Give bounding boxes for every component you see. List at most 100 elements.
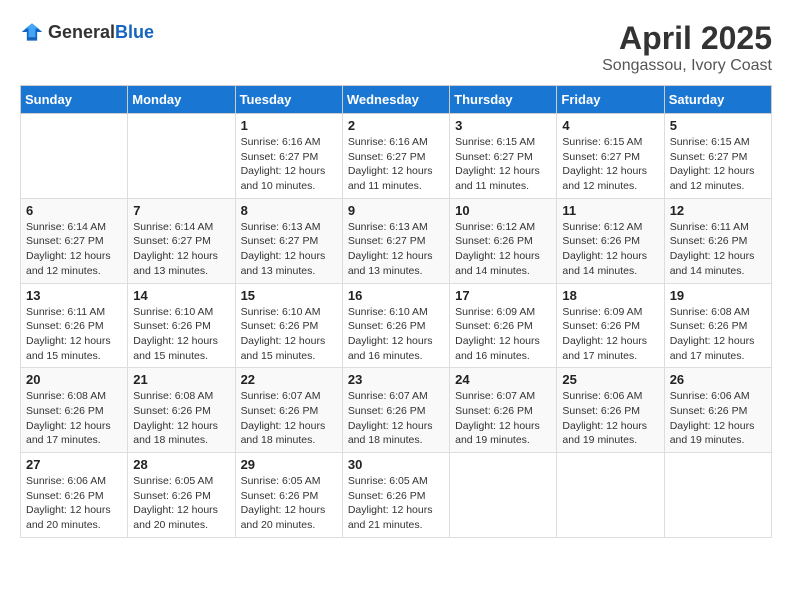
- day-number: 11: [562, 203, 658, 218]
- day-number: 15: [241, 288, 337, 303]
- day-number: 8: [241, 203, 337, 218]
- day-number: 16: [348, 288, 444, 303]
- calendar-cell: 16 Sunrise: 6:10 AM Sunset: 6:26 PM Dayli…: [342, 283, 449, 368]
- calendar-cell: 2 Sunrise: 6:16 AM Sunset: 6:27 PM Daylig…: [342, 114, 449, 199]
- day-info: Sunrise: 6:05 AM Sunset: 6:26 PM Dayligh…: [348, 474, 444, 533]
- day-info: Sunrise: 6:12 AM Sunset: 6:26 PM Dayligh…: [562, 220, 658, 279]
- calendar-cell: 29 Sunrise: 6:05 AM Sunset: 6:26 PM Dayli…: [235, 453, 342, 538]
- day-number: 14: [133, 288, 229, 303]
- day-info: Sunrise: 6:07 AM Sunset: 6:26 PM Dayligh…: [348, 389, 444, 448]
- day-header-tuesday: Tuesday: [235, 86, 342, 114]
- calendar-cell: 17 Sunrise: 6:09 AM Sunset: 6:26 PM Dayli…: [450, 283, 557, 368]
- subtitle: Songassou, Ivory Coast: [602, 57, 772, 75]
- calendar-cell: 6 Sunrise: 6:14 AM Sunset: 6:27 PM Daylig…: [21, 198, 128, 283]
- calendar-cell: 19 Sunrise: 6:08 AM Sunset: 6:26 PM Dayli…: [664, 283, 771, 368]
- day-info: Sunrise: 6:10 AM Sunset: 6:26 PM Dayligh…: [133, 305, 229, 364]
- day-number: 29: [241, 457, 337, 472]
- calendar-cell: 5 Sunrise: 6:15 AM Sunset: 6:27 PM Daylig…: [664, 114, 771, 199]
- calendar-cell: 28Sunrise: 6:05 AM Sunset: 6:26 PM Dayli…: [128, 453, 235, 538]
- calendar-week-2: 6 Sunrise: 6:14 AM Sunset: 6:27 PM Daylig…: [21, 198, 772, 283]
- day-info: Sunrise: 6:14 AM Sunset: 6:27 PM Dayligh…: [26, 220, 122, 279]
- day-header-friday: Friday: [557, 86, 664, 114]
- calendar-cell: 26 Sunrise: 6:06 AM Sunset: 6:26 PM Dayli…: [664, 368, 771, 453]
- day-info: Sunrise: 6:11 AM Sunset: 6:26 PM Dayligh…: [670, 220, 766, 279]
- calendar-table: SundayMondayTuesdayWednesdayThursdayFrid…: [20, 85, 772, 538]
- calendar-cell: [557, 453, 664, 538]
- day-number: 25: [562, 372, 658, 387]
- calendar-week-1: 1 Sunrise: 6:16 AM Sunset: 6:27 PM Daylig…: [21, 114, 772, 199]
- day-number: 18: [562, 288, 658, 303]
- day-number: 30: [348, 457, 444, 472]
- day-info: Sunrise: 6:06 AM Sunset: 6:26 PM Dayligh…: [670, 389, 766, 448]
- day-number: 5: [670, 118, 766, 133]
- day-number: 21: [133, 372, 229, 387]
- day-number: 26: [670, 372, 766, 387]
- day-info: Sunrise: 6:08 AM Sunset: 6:26 PM Dayligh…: [670, 305, 766, 364]
- calendar-week-5: 27 Sunrise: 6:06 AM Sunset: 6:26 PM Dayli…: [21, 453, 772, 538]
- calendar-cell: 13Sunrise: 6:11 AM Sunset: 6:26 PM Dayli…: [21, 283, 128, 368]
- day-number: 6: [26, 203, 122, 218]
- day-info: Sunrise: 6:15 AM Sunset: 6:27 PM Dayligh…: [562, 135, 658, 194]
- logo-text: GeneralBlue: [48, 22, 154, 43]
- calendar-cell: 27 Sunrise: 6:06 AM Sunset: 6:26 PM Dayli…: [21, 453, 128, 538]
- day-number: 22: [241, 372, 337, 387]
- day-info: Sunrise: 6:16 AM Sunset: 6:27 PM Dayligh…: [241, 135, 337, 194]
- calendar-cell: 21 Sunrise: 6:08 AM Sunset: 6:26 PM Dayli…: [128, 368, 235, 453]
- day-number: 3: [455, 118, 551, 133]
- title-area: April 2025 Songassou, Ivory Coast: [602, 20, 772, 75]
- day-header-saturday: Saturday: [664, 86, 771, 114]
- day-header-sunday: Sunday: [21, 86, 128, 114]
- day-info: Sunrise: 6:07 AM Sunset: 6:26 PM Dayligh…: [241, 389, 337, 448]
- day-info: Sunrise: 6:10 AM Sunset: 6:26 PM Dayligh…: [348, 305, 444, 364]
- calendar-cell: 12 Sunrise: 6:11 AM Sunset: 6:26 PM Dayli…: [664, 198, 771, 283]
- day-number: 23: [348, 372, 444, 387]
- day-number: 28: [133, 457, 229, 472]
- day-info: Sunrise: 6:13 AM Sunset: 6:27 PM Dayligh…: [241, 220, 337, 279]
- calendar-cell: 4 Sunrise: 6:15 AM Sunset: 6:27 PM Daylig…: [557, 114, 664, 199]
- day-info: Sunrise: 6:08 AM Sunset: 6:26 PM Dayligh…: [133, 389, 229, 448]
- calendar-cell: 11 Sunrise: 6:12 AM Sunset: 6:26 PM Dayli…: [557, 198, 664, 283]
- logo: GeneralBlue: [20, 20, 154, 44]
- day-info: Sunrise: 6:07 AM Sunset: 6:26 PM Dayligh…: [455, 389, 551, 448]
- calendar-cell: [450, 453, 557, 538]
- calendar-cell: 23 Sunrise: 6:07 AM Sunset: 6:26 PM Dayli…: [342, 368, 449, 453]
- day-number: 17: [455, 288, 551, 303]
- calendar-cell: [664, 453, 771, 538]
- calendar-cell: 30 Sunrise: 6:05 AM Sunset: 6:26 PM Dayli…: [342, 453, 449, 538]
- day-number: 12: [670, 203, 766, 218]
- day-info: Sunrise: 6:05 AM Sunset: 6:26 PM Dayligh…: [241, 474, 337, 533]
- day-info: Sunrise: 6:08 AM Sunset: 6:26 PM Dayligh…: [26, 389, 122, 448]
- day-info: Sunrise: 6:09 AM Sunset: 6:26 PM Dayligh…: [562, 305, 658, 364]
- day-header-monday: Monday: [128, 86, 235, 114]
- day-info: Sunrise: 6:13 AM Sunset: 6:27 PM Dayligh…: [348, 220, 444, 279]
- days-header-row: SundayMondayTuesdayWednesdayThursdayFrid…: [21, 86, 772, 114]
- day-number: 4: [562, 118, 658, 133]
- day-number: 27: [26, 457, 122, 472]
- calendar-week-3: 13Sunrise: 6:11 AM Sunset: 6:26 PM Dayli…: [21, 283, 772, 368]
- calendar-cell: 10 Sunrise: 6:12 AM Sunset: 6:26 PM Dayli…: [450, 198, 557, 283]
- day-number: 9: [348, 203, 444, 218]
- calendar-cell: 1 Sunrise: 6:16 AM Sunset: 6:27 PM Daylig…: [235, 114, 342, 199]
- calendar-cell: [128, 114, 235, 199]
- day-header-wednesday: Wednesday: [342, 86, 449, 114]
- calendar-cell: 18 Sunrise: 6:09 AM Sunset: 6:26 PM Dayli…: [557, 283, 664, 368]
- day-info: Sunrise: 6:06 AM Sunset: 6:26 PM Dayligh…: [26, 474, 122, 533]
- day-info: Sunrise: 6:14 AM Sunset: 6:27 PM Dayligh…: [133, 220, 229, 279]
- day-number: 19: [670, 288, 766, 303]
- day-number: 2: [348, 118, 444, 133]
- day-info: Sunrise: 6:16 AM Sunset: 6:27 PM Dayligh…: [348, 135, 444, 194]
- day-info: Sunrise: 6:11 AM Sunset: 6:26 PM Dayligh…: [26, 305, 122, 364]
- day-number: 10: [455, 203, 551, 218]
- day-info: Sunrise: 6:15 AM Sunset: 6:27 PM Dayligh…: [670, 135, 766, 194]
- day-info: Sunrise: 6:12 AM Sunset: 6:26 PM Dayligh…: [455, 220, 551, 279]
- day-number: 24: [455, 372, 551, 387]
- calendar-cell: 14 Sunrise: 6:10 AM Sunset: 6:26 PM Dayli…: [128, 283, 235, 368]
- calendar-cell: [21, 114, 128, 199]
- day-number: 20: [26, 372, 122, 387]
- day-number: 1: [241, 118, 337, 133]
- calendar-cell: 25Sunrise: 6:06 AM Sunset: 6:26 PM Dayli…: [557, 368, 664, 453]
- day-info: Sunrise: 6:09 AM Sunset: 6:26 PM Dayligh…: [455, 305, 551, 364]
- calendar-cell: 3Sunrise: 6:15 AM Sunset: 6:27 PM Daylig…: [450, 114, 557, 199]
- calendar-cell: 24 Sunrise: 6:07 AM Sunset: 6:26 PM Dayli…: [450, 368, 557, 453]
- day-info: Sunrise: 6:10 AM Sunset: 6:26 PM Dayligh…: [241, 305, 337, 364]
